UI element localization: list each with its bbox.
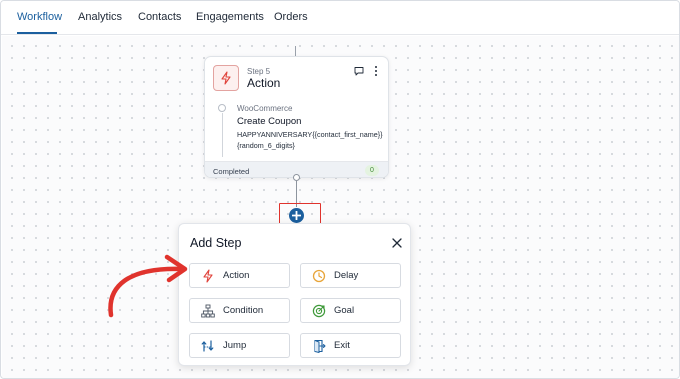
connector-dot [293,174,300,181]
tab-orders[interactable]: Orders [274,11,308,23]
add-goal-button[interactable]: Goal [300,298,401,323]
step-title: Action [247,76,281,90]
app-frame: Workflow Analytics Contacts Engagements … [0,0,680,379]
more-menu-icon[interactable] [375,66,379,78]
plus-icon [292,211,301,220]
completed-count-badge: 0 [365,165,379,176]
step-action-name: Create Coupon [237,116,302,127]
step-card[interactable]: Step 5 Action WooCommerce Create Coupon … [204,56,389,178]
add-action-button[interactable]: Action [189,263,290,288]
annotation-arrow [108,254,188,318]
active-tab-indicator [17,32,57,34]
add-exit-button[interactable]: Exit [300,333,401,358]
jump-icon [201,340,214,352]
timeline-line [222,113,223,157]
step-provider: WooCommerce [237,104,293,113]
option-label: Condition [223,305,264,316]
option-label: Action [223,270,250,281]
add-condition-button[interactable]: Condition [189,298,290,323]
option-label: Goal [334,305,355,316]
comment-icon[interactable] [354,66,364,76]
tab-bar: Workflow Analytics Contacts Engagements … [1,1,679,35]
step-status: Completed [213,167,250,176]
step-icon-box [213,65,239,91]
target-icon [312,304,326,318]
lightning-icon [203,269,213,283]
tab-analytics[interactable]: Analytics [78,11,122,23]
connector-line-top [295,46,296,56]
option-label: Exit [334,340,350,351]
add-step-button[interactable] [289,208,304,223]
tab-contacts[interactable]: Contacts [138,11,181,23]
add-delay-button[interactable]: Delay [300,263,401,288]
lightning-icon [221,71,231,85]
tab-engagements[interactable]: Engagements [196,11,264,23]
add-step-panel: Add Step Action Delay Condition Goal Jum… [178,223,411,366]
option-label: Jump [223,340,247,351]
add-step-title: Add Step [190,236,242,250]
step-number: Step 5 [247,67,271,76]
option-label: Delay [334,270,359,281]
exit-door-icon [314,339,326,353]
coupon-code-template: HAPPYANNIVERSARY{{contact_first_name}}{r… [237,130,383,150]
branch-icon [201,304,215,318]
tab-workflow[interactable]: Workflow [17,11,62,23]
clock-icon [312,269,326,283]
timeline-dot [218,104,226,112]
close-icon[interactable] [392,238,402,248]
add-jump-button[interactable]: Jump [189,333,290,358]
